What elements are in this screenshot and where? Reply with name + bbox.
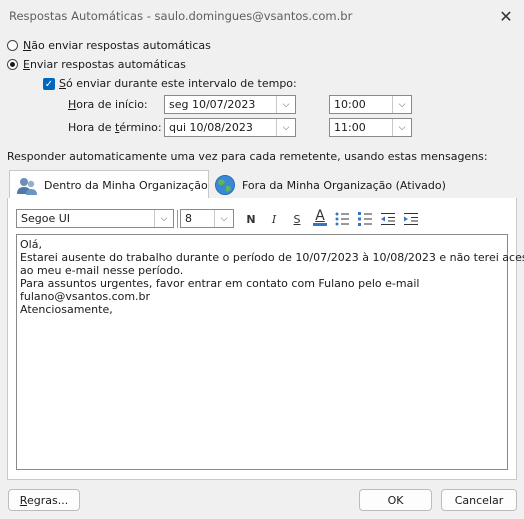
bullet-list-icon[interactable] — [333, 210, 351, 228]
tab-outside-organization[interactable]: Fora da Minha Organização (Ativado) — [212, 170, 446, 200]
start-date-value: seg 10/07/2023 — [169, 98, 256, 111]
font-color-button[interactable]: A — [311, 208, 329, 226]
rules-button[interactable]: Regras... — [8, 489, 80, 511]
message-body: Olá, Estarei ausente do trabalho durante… — [20, 238, 524, 316]
chevron-down-icon[interactable]: ⌵ — [154, 210, 173, 227]
start-date-combo[interactable]: seg 10/07/2023 ⌵ — [164, 95, 296, 114]
window-title: Respostas Automáticas - saulo.domingues@… — [9, 9, 353, 23]
message-line: Olá, — [20, 238, 42, 251]
globe-icon — [214, 174, 236, 196]
start-time-value: 10:00 — [334, 98, 366, 111]
people-icon — [16, 175, 38, 197]
italic-button[interactable]: I — [265, 210, 283, 228]
instruction-text: Responder automaticamente uma vez para c… — [7, 150, 488, 163]
font-size-value: 8 — [185, 212, 192, 225]
tab-inside-organization[interactable]: Dentro da Minha Organização — [9, 170, 209, 200]
underline-button[interactable]: S — [288, 210, 306, 228]
increase-indent-icon[interactable] — [402, 210, 420, 228]
end-time-combo[interactable]: 11:00 ⌵ — [329, 118, 412, 137]
chevron-down-icon[interactable]: ⌵ — [276, 119, 295, 136]
no-reply-label[interactable]: Não enviar respostas automáticas — [23, 39, 211, 52]
cancel-button[interactable]: Cancelar — [441, 489, 517, 511]
end-label-text: Hora de término: — [68, 121, 162, 134]
message-line: Estarei ausente do trabalho durante o pe… — [20, 251, 524, 264]
message-line: Para assuntos urgentes, favor entrar em … — [20, 277, 420, 290]
font-color-bar — [313, 222, 327, 226]
message-line: Atenciosamente, — [20, 303, 113, 316]
start-label-text: ora de início: — [76, 98, 148, 111]
send-reply-label[interactable]: Enviar respostas automáticas — [23, 58, 186, 71]
no-reply-label-text: ão enviar respostas automáticas — [31, 39, 211, 52]
message-editor[interactable]: Olá, Estarei ausente do trabalho durante… — [16, 234, 524, 470]
font-size-combo[interactable]: 8 ⌵ — [180, 209, 234, 228]
end-time-value: 11:00 — [334, 121, 366, 134]
start-time-combo[interactable]: 10:00 ⌵ — [329, 95, 412, 114]
end-date-combo[interactable]: qui 10/08/2023 ⌵ — [164, 118, 296, 137]
no-reply-radio[interactable] — [7, 40, 18, 51]
decrease-indent-icon[interactable] — [379, 210, 397, 228]
message-line: fulano@vsantos.com.br — [20, 290, 151, 303]
ok-button[interactable]: OK — [359, 489, 432, 511]
toolbar-separator — [177, 210, 178, 228]
start-label: Hora de início: — [68, 98, 148, 111]
only-interval-label[interactable]: Só enviar durante este intervalo de temp… — [59, 77, 297, 90]
end-label: Hora de término: — [68, 121, 162, 134]
chevron-down-icon[interactable]: ⌵ — [214, 210, 233, 227]
font-name-combo[interactable]: Segoe UI ⌵ — [16, 209, 174, 228]
check-icon: ✓ — [44, 78, 54, 90]
numbered-list-icon[interactable] — [356, 210, 374, 228]
font-color-letter: A — [315, 207, 325, 224]
chevron-down-icon[interactable]: ⌵ — [276, 96, 295, 113]
tab-outside-label: Fora da Minha Organização (Ativado) — [242, 178, 446, 192]
message-line: ao meu e-mail nesse período. — [20, 264, 184, 277]
title-bar: Respostas Automáticas - saulo.domingues@… — [0, 0, 524, 32]
only-interval-label-text: ó enviar durante este intervalo de tempo… — [65, 77, 297, 90]
rules-button-label: Regras... — [19, 493, 69, 507]
send-reply-label-text: nviar respostas automáticas — [29, 58, 186, 71]
bold-button[interactable]: N — [242, 210, 260, 228]
send-reply-radio[interactable] — [7, 59, 18, 70]
chevron-down-icon[interactable]: ⌵ — [392, 119, 411, 136]
chevron-down-icon[interactable]: ⌵ — [392, 96, 411, 113]
font-name-value: Segoe UI — [21, 212, 71, 225]
only-interval-checkbox[interactable]: ✓ — [43, 78, 55, 90]
end-date-value: qui 10/08/2023 — [169, 121, 253, 134]
tab-inside-label: Dentro da Minha Organização — [44, 179, 208, 192]
close-icon[interactable]: ✕ — [492, 3, 520, 29]
